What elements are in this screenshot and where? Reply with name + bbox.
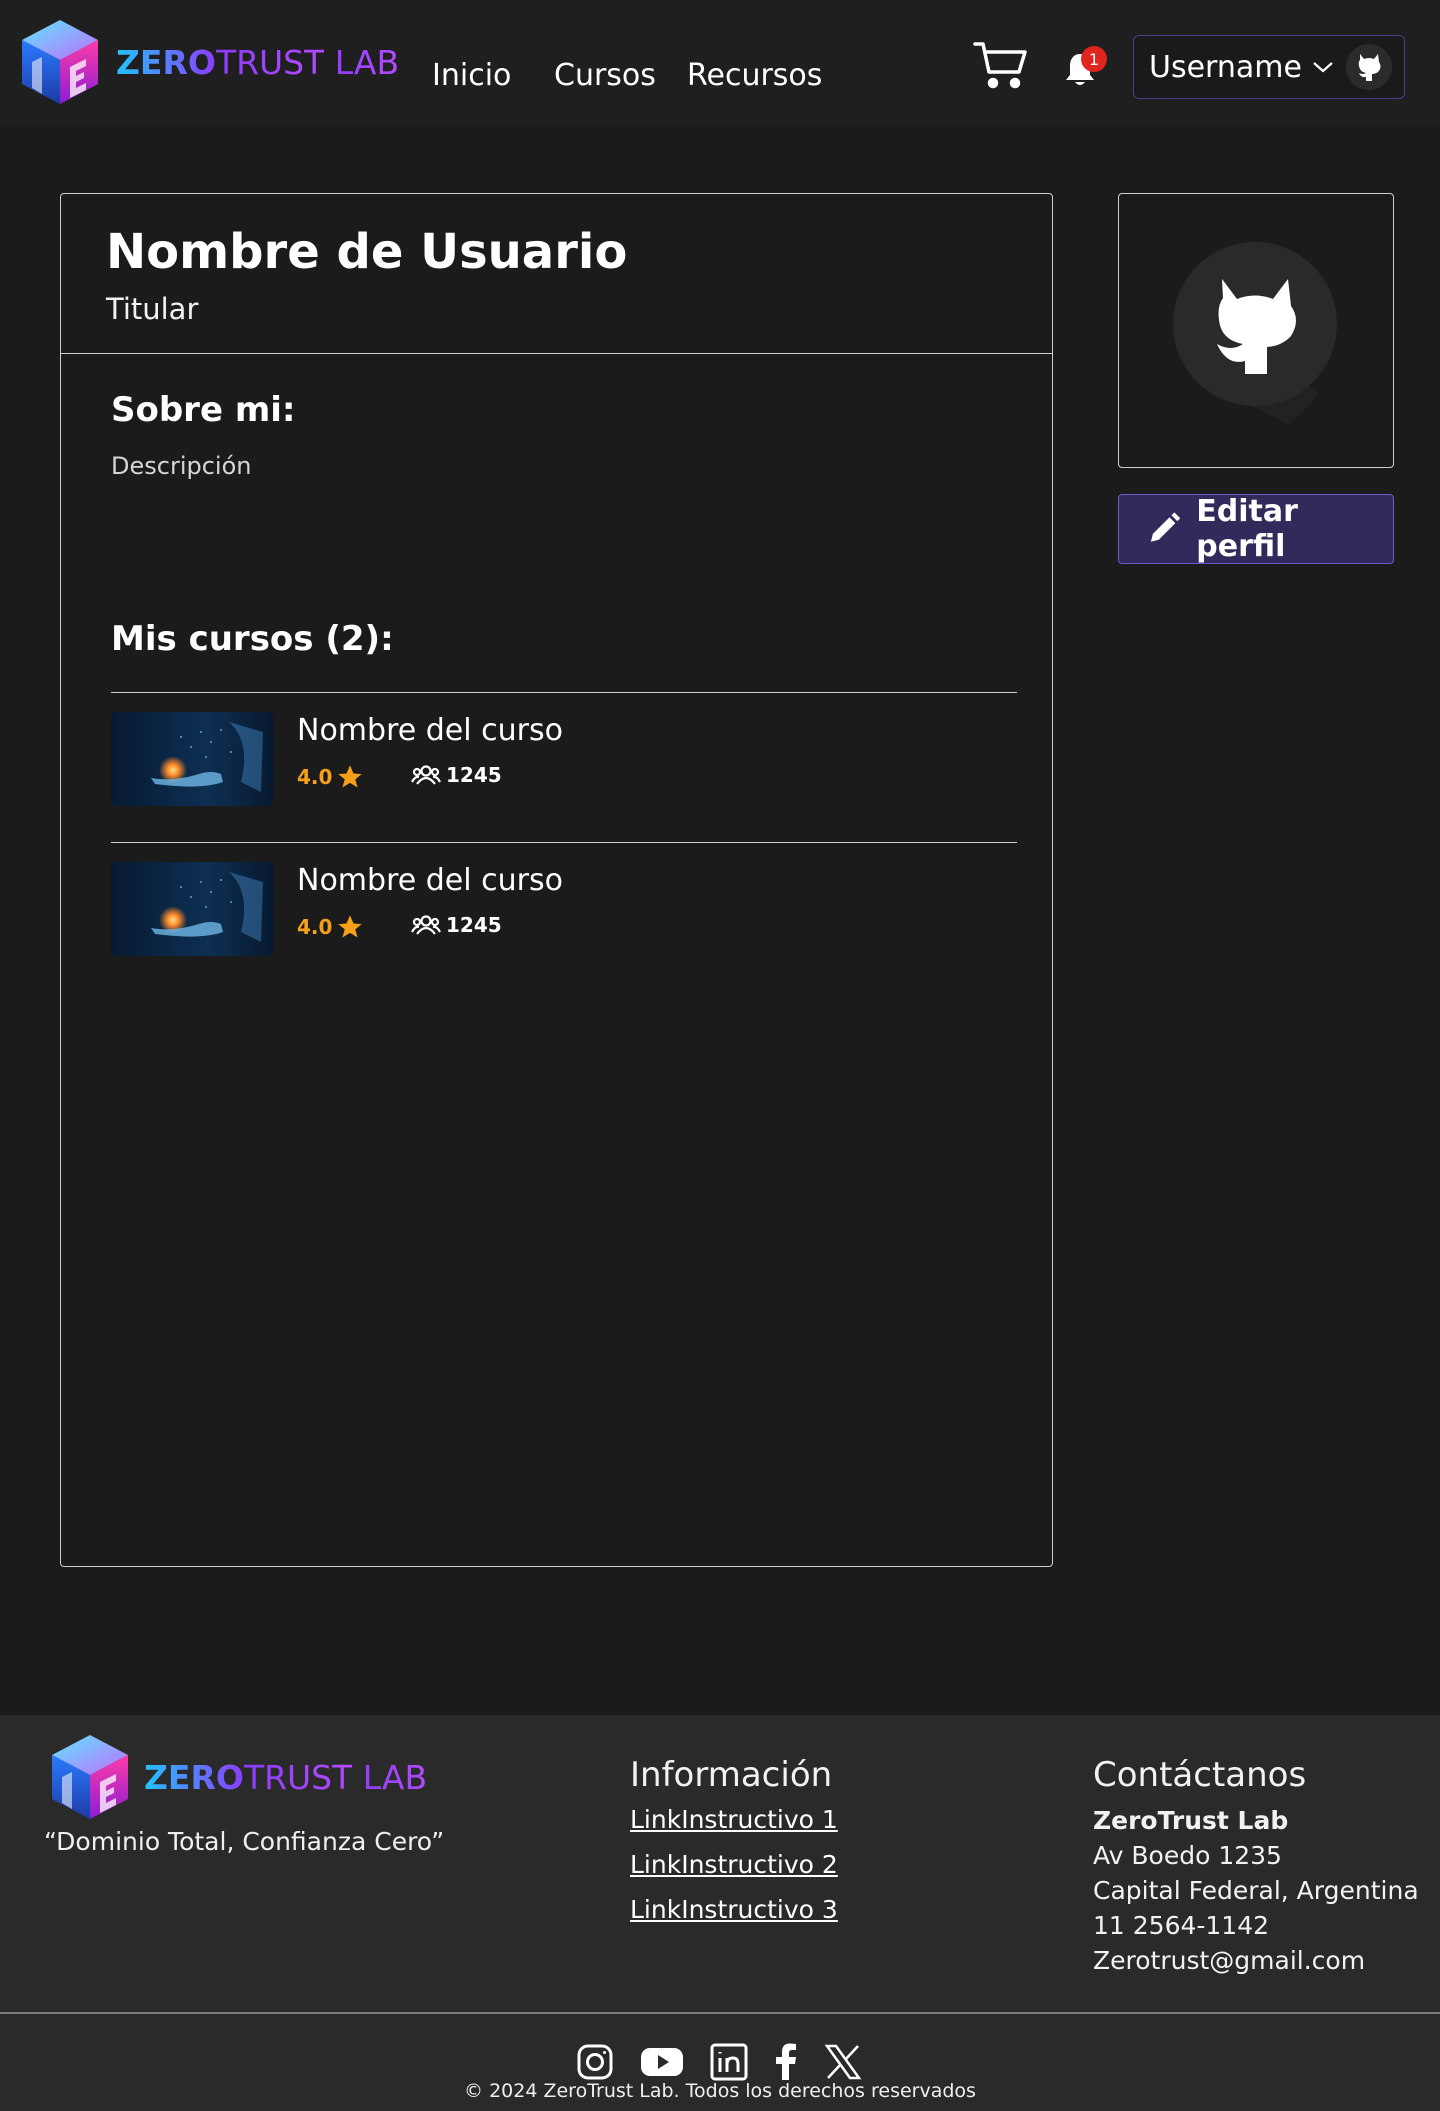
brand-logo[interactable]: ZEROTRUST LAB [10, 12, 399, 112]
footer: ZEROTRUST LAB “Dominio Total, Confianza … [0, 1715, 1440, 2111]
users-icon [411, 765, 441, 785]
footer-divider [0, 2012, 1440, 2014]
brand-word-zero: ZERO [116, 42, 216, 82]
course-thumbnail[interactable] [111, 862, 273, 956]
top-navbar: ZEROTRUST LAB Inicio Cursos Recursos 1 U… [0, 0, 1440, 126]
contact-city: Capital Federal, Argentina [1093, 1876, 1419, 1905]
course-item[interactable]: Nombre del curso 4.0 1245 [111, 692, 1017, 842]
course-students-count: 1245 [446, 763, 502, 787]
user-avatar[interactable] [1346, 44, 1392, 90]
star-icon [338, 915, 363, 938]
footer-contact-title: Contáctanos [1093, 1755, 1307, 1795]
course-rating: 4.0 [297, 913, 364, 941]
about-title: Sobre mi: [111, 390, 296, 430]
social-links [576, 2043, 862, 2081]
profile-card: Nombre de Usuario Titular Sobre mi: Desc… [60, 193, 1053, 1567]
course-students-count: 1245 [446, 913, 502, 937]
copyright-text: © 2024 ZeroTrust Lab. Todos los derechos… [464, 2080, 976, 2102]
footer-wordmark: ZEROTRUST LAB [144, 1758, 427, 1797]
profile-headline: Titular [106, 292, 199, 326]
about-section: Sobre mi: Descripción [61, 354, 1052, 480]
footer-contact: Contáctanos ZeroTrust Lab Av Boedo 1235 … [1093, 1755, 1419, 1978]
user-menu-button[interactable]: Username [1133, 35, 1405, 99]
shopping-cart-icon[interactable] [973, 40, 1029, 90]
footer-logo[interactable]: ZEROTRUST LAB [40, 1727, 427, 1827]
x-icon[interactable] [824, 2043, 862, 2081]
contact-company: ZeroTrust Lab [1093, 1806, 1289, 1835]
nav-recursos[interactable]: Recursos [687, 58, 822, 93]
nav-inicio[interactable]: Inicio [432, 58, 511, 93]
footer-link-2[interactable]: LinkInstructivo 2 [630, 1850, 838, 1885]
about-description: Descripción [111, 452, 252, 480]
chevron-down-icon [1313, 62, 1333, 73]
edit-profile-label: Editar perfil [1196, 494, 1298, 564]
footer-link-3[interactable]: LinkInstructivo 3 [630, 1895, 838, 1930]
course-rating: 4.0 [297, 763, 364, 791]
github-icon [1358, 54, 1381, 81]
course-name[interactable]: Nombre del curso [297, 713, 563, 748]
course-item[interactable]: Nombre del curso 4.0 1245 [111, 842, 1017, 992]
course-students: 1245 [411, 763, 502, 787]
facebook-icon[interactable] [774, 2043, 798, 2081]
profile-name: Nombre de Usuario [106, 224, 628, 280]
edit-profile-button[interactable]: Editar perfil [1118, 494, 1394, 564]
course-name[interactable]: Nombre del curso [297, 863, 563, 898]
cube-logo-icon [22, 20, 98, 104]
nav-cursos[interactable]: Cursos [554, 58, 656, 93]
brand-wordmark: ZEROTRUST LAB [116, 43, 399, 82]
username-label: Username [1149, 49, 1302, 85]
instagram-icon[interactable] [576, 2043, 614, 2081]
cube-logo-icon [52, 1735, 128, 1819]
footer-word-lab: LAB [352, 1757, 428, 1797]
footer-word-trust: TRUST [243, 1757, 353, 1797]
profile-picture-frame [1118, 193, 1394, 468]
footer-slogan: “Dominio Total, Confianza Cero” [44, 1827, 445, 1856]
contact-phone: 11 2564-1142 [1093, 1911, 1270, 1940]
footer-info-title: Información [630, 1755, 833, 1795]
youtube-icon[interactable] [640, 2043, 684, 2081]
notification-badge: 1 [1081, 46, 1107, 72]
footer-info: Información LinkInstructivo 1 LinkInstru… [630, 1755, 838, 1930]
course-students: 1245 [411, 913, 502, 937]
courses-title: Mis cursos (2): [111, 619, 394, 659]
course-rating-value: 4.0 [297, 915, 333, 939]
linkedin-icon[interactable] [710, 2043, 748, 2081]
star-icon [338, 765, 363, 788]
course-rating-value: 4.0 [297, 765, 333, 789]
footer-link-1[interactable]: LinkInstructivo 1 [630, 1805, 838, 1840]
contact-address: Av Boedo 1235 [1093, 1841, 1282, 1870]
course-thumbnail[interactable] [111, 712, 273, 806]
contact-email[interactable]: Zerotrust@gmail.com [1093, 1943, 1419, 1978]
pencil-icon [1150, 512, 1181, 542]
github-avatar-icon [1173, 242, 1337, 424]
brand-word-trust: TRUST [215, 42, 325, 82]
profile-header: Nombre de Usuario Titular [61, 194, 1052, 354]
footer-word-zero: ZERO [144, 1757, 244, 1797]
users-icon [411, 915, 441, 935]
brand-word-lab: LAB [324, 42, 400, 82]
